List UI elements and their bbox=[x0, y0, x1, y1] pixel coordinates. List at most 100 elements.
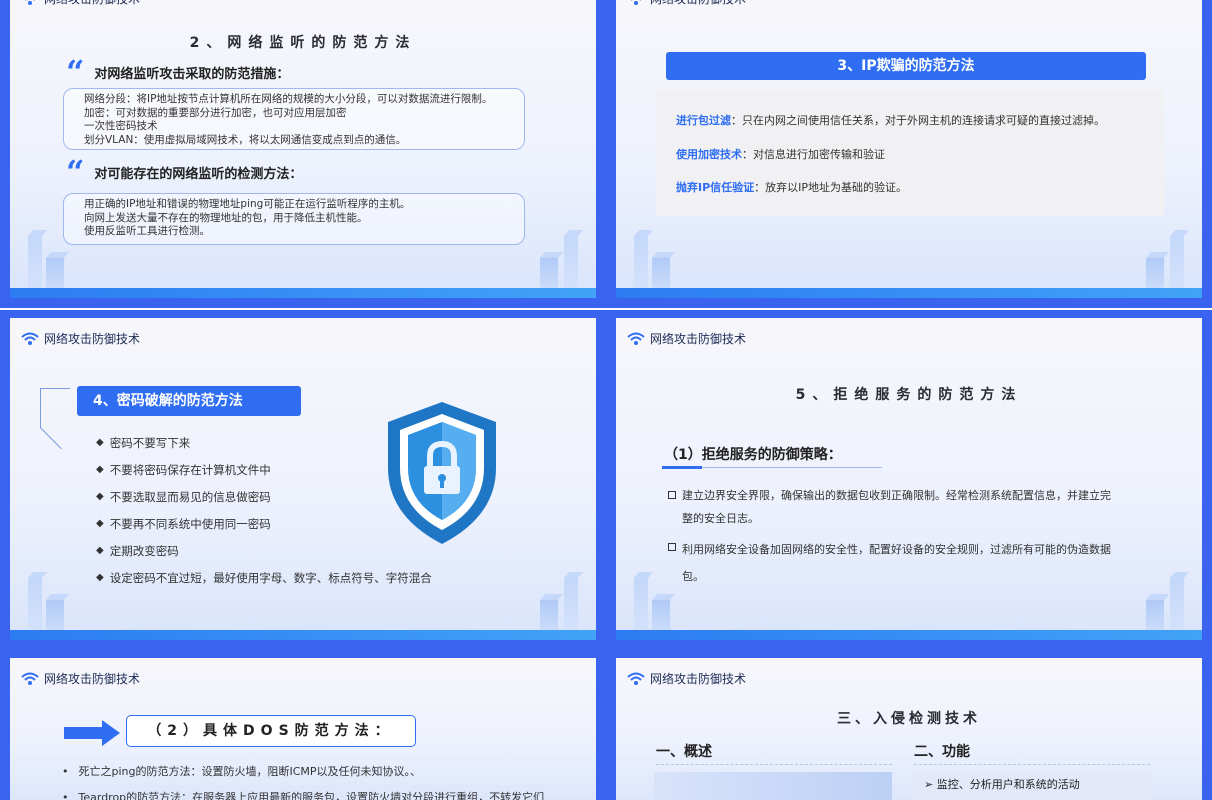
slide-body: 网络攻击防御技术 5、拒绝服务的防范方法 （1）拒绝服务的防御策略： 建立边界安… bbox=[616, 318, 1202, 640]
list-item: 利用网络安全设备加固网络的安全性，配置好设备的安全规则，过滤所有可能的伪造数据 … bbox=[668, 536, 1148, 590]
decor-bracket bbox=[40, 388, 70, 428]
wifi-logo-icon bbox=[25, 0, 35, 5]
list-item-text: 不要选取显而易见的信息做密码 bbox=[109, 489, 271, 504]
brand-name: 网络攻击防御技术 bbox=[650, 672, 747, 686]
function-item: ➢ 监控、分析用户和系统的活动 bbox=[912, 770, 1152, 800]
list-item: ◆ 设定密码不宜过短，最好使用字母、数字、标点符号、字符混合 bbox=[96, 564, 432, 591]
method-item: 抛弃IP信任验证：放弃以IP地址为基础的验证。 bbox=[676, 179, 907, 195]
quote-icon: “ bbox=[66, 153, 85, 191]
diamond-bullet-icon: ◆ bbox=[96, 545, 104, 556]
diamond-bullet-icon: ◆ bbox=[96, 491, 104, 502]
brand: 网络攻击防御技术 bbox=[20, 670, 140, 687]
slide-bottom-bar bbox=[10, 288, 596, 298]
slide-title: 2、网络监听的防范方法 bbox=[189, 35, 417, 51]
slide-ip-spoofing[interactable]: 网络攻击防御技术 3、IP欺骗的防范方法 进行包过滤：只在内网之间使用信任关系，… bbox=[606, 0, 1212, 308]
brand: 网络攻击防御技术 bbox=[20, 0, 140, 7]
prevention-line: 网络分段：将IP地址按节点计算机所在网络的规模的大小分段，可以对数据流进行限制。 bbox=[84, 93, 493, 105]
method-text: ：只在内网之间使用信任关系，对于外网主机的连接请求可疑的直接过滤掉。 bbox=[731, 114, 1105, 127]
diamond-bullet-icon: ◆ bbox=[96, 464, 104, 475]
wifi-logo-icon bbox=[21, 672, 39, 685]
subtitle-underline-accent bbox=[662, 466, 702, 469]
slide-password-cracking[interactable]: 网络攻击防御技术 4、密码破解的防范方法 ◆ 密码不要写下来 ◆ 不要将密码保存在计… bbox=[0, 310, 606, 650]
list-item: • Teardrop的防范方法：在服务器上应用最新的服务包，设置防火墙对分段进行重… bbox=[62, 784, 544, 800]
heading-text: 对网络监听攻击采取的防范措施： bbox=[94, 66, 290, 82]
function-text: 监控、分析用户和系统的活动 bbox=[936, 778, 1080, 791]
method-item: 使用加密技术：对信息进行加密传输和验证 bbox=[676, 146, 885, 162]
arrow-bullet-icon: ➢ bbox=[924, 778, 934, 791]
slide-intrusion-detection[interactable]: 网络攻击防御技术 三、入侵检测技术 一、概述 二、功能 ➢ 监控、分析用户和系统… bbox=[606, 650, 1212, 800]
brand: 网络攻击防御技术 bbox=[20, 330, 140, 347]
slide-title-banner: 4、密码破解的防范方法 bbox=[77, 386, 301, 416]
dot-bullet-icon: • bbox=[62, 790, 69, 800]
decor-diagonal bbox=[40, 427, 62, 450]
detection-line: 用正确的IP地址和错误的物理地址ping可能正在运行监听程序的主机。 bbox=[84, 198, 411, 210]
subtitle: （1）拒绝服务的防御策略： bbox=[664, 447, 842, 463]
detection-box: 用正确的IP地址和错误的物理地址ping可能正在运行监听程序的主机。 向网上发送… bbox=[63, 193, 525, 245]
wifi-logo-icon bbox=[627, 672, 645, 685]
slide-title-banner: 3、IP欺骗的防范方法 bbox=[666, 52, 1146, 80]
wifi-logo-icon bbox=[21, 332, 39, 345]
slide-body: 网络攻击防御技术 （2）具体DOS防范方法： • 死亡之ping的防范方法：设置防… bbox=[10, 658, 596, 800]
list-item-text: 利用网络安全设备加固网络的安全性，配置好设备的安全规则，过滤所有可能的伪造数据 bbox=[682, 543, 1111, 556]
square-bullet-icon bbox=[668, 491, 676, 499]
brand: 网络攻击防御技术 bbox=[626, 0, 746, 7]
brand: 网络攻击防御技术 bbox=[626, 670, 746, 687]
method-key: 抛弃IP信任验证 bbox=[676, 181, 755, 194]
subtitle-underline bbox=[702, 467, 882, 468]
heading-detection: “ 对可能存在的网络监听的检测方法： bbox=[66, 156, 302, 188]
brand-name: 网络攻击防御技术 bbox=[44, 332, 141, 346]
prevention-box: 网络分段：将IP地址按节点计算机所在网络的规模的大小分段，可以对数据流进行限制。… bbox=[63, 88, 525, 150]
brand: 网络攻击防御技术 bbox=[626, 330, 746, 347]
prevention-line: 一次性密码技术 bbox=[84, 120, 158, 132]
column-heading-overview: 一、概述 bbox=[656, 744, 712, 760]
diamond-bullet-icon: ◆ bbox=[96, 518, 104, 529]
methods-panel: 进行包过滤：只在内网之间使用信任关系，对于外网主机的连接请求可疑的直接过滤掉。 … bbox=[656, 90, 1164, 216]
list-item-text: 死亡之ping的防范方法：设置防火墙，阻断ICMP以及任何未知协议。、 bbox=[78, 765, 422, 778]
slide-bottom-bar bbox=[10, 630, 596, 640]
list-item: • 死亡之ping的防范方法：设置防火墙，阻断ICMP以及任何未知协议。、 bbox=[62, 758, 544, 784]
shield-lock-icon bbox=[388, 402, 496, 544]
brand-name: 网络攻击防御技术 bbox=[650, 0, 746, 7]
method-key: 使用加密技术 bbox=[676, 148, 742, 161]
list-item-text: 不要将密码保存在计算机文件中 bbox=[109, 462, 271, 477]
list-item-text: 包。 bbox=[682, 570, 704, 583]
column-divider bbox=[656, 764, 892, 765]
method-item: 进行包过滤：只在内网之间使用信任关系，对于外网主机的连接请求可疑的直接过滤掉。 bbox=[676, 112, 1105, 128]
list-item-text: 整的安全日志。 bbox=[682, 512, 759, 525]
prevention-line: 划分VLAN：使用虚拟局域网技术，将以太网通信变成点到点的通信。 bbox=[84, 133, 407, 146]
dot-bullet-icon: • bbox=[62, 764, 69, 778]
heading-prevention: “ 对网络监听攻击采取的防范措施： bbox=[66, 56, 289, 88]
slide-body: 网络攻击防御技术 三、入侵检测技术 一、概述 二、功能 ➢ 监控、分析用户和系统… bbox=[616, 658, 1202, 800]
slide-title-box: （2）具体DOS防范方法： bbox=[126, 715, 416, 747]
list-item-text: 建立边界安全界限，确保输出的数据包收到正确限制。经常检测系统配置信息，并建立完 bbox=[682, 489, 1111, 502]
list-item-text: 不要再不同系统中使用同一密码 bbox=[109, 516, 271, 531]
heading-text: 对可能存在的网络监听的检测方法： bbox=[94, 166, 303, 182]
slide-body: 网络攻击防御技术 2、网络监听的防范方法 “ 对网络监听攻击采取的防范措施： 网… bbox=[10, 0, 596, 298]
column-divider bbox=[914, 764, 1150, 765]
prevention-line: 加密：可对数据的重要部分进行加密，也可对应用层加密 bbox=[84, 106, 347, 119]
diamond-bullet-icon: ◆ bbox=[96, 437, 104, 448]
wifi-logo-icon bbox=[631, 0, 641, 5]
slide-title: 5、拒绝服务的防范方法 bbox=[795, 387, 1023, 403]
column-heading-functions: 二、功能 bbox=[914, 744, 970, 760]
detection-line: 向网上发送大量不存在的物理地址的包，用于降低主机性能。 bbox=[84, 211, 368, 224]
diamond-bullet-icon: ◆ bbox=[96, 572, 104, 583]
method-key: 进行包过滤 bbox=[676, 114, 731, 127]
dos-methods-list: • 死亡之ping的防范方法：设置防火墙，阻断ICMP以及任何未知协议。、 • Te… bbox=[62, 758, 544, 800]
slide-title: 三、入侵检测技术 bbox=[837, 711, 981, 727]
arrow-right-icon bbox=[64, 720, 120, 746]
list-item-text: Teardrop的防范方法：在服务器上应用最新的服务包，设置防火墙对分段进行重组… bbox=[78, 791, 545, 800]
wifi-logo-icon bbox=[627, 332, 645, 345]
square-bullet-icon bbox=[668, 543, 676, 551]
slide-bottom-bar bbox=[616, 630, 1202, 640]
quote-icon: “ bbox=[66, 53, 85, 91]
list-item-text: 密码不要写下来 bbox=[109, 435, 191, 450]
list-item: 建立边界安全界限，确保输出的数据包收到正确限制。经常检测系统配置信息，并建立完 … bbox=[668, 484, 1148, 530]
brand-name: 网络攻击防御技术 bbox=[44, 672, 141, 686]
slide-denial-of-service[interactable]: 网络攻击防御技术 5、拒绝服务的防范方法 （1）拒绝服务的防御策略： 建立边界安… bbox=[606, 310, 1212, 650]
dos-strategy-list: 建立边界安全界限，确保输出的数据包收到正确限制。经常检测系统配置信息，并建立完 … bbox=[668, 484, 1148, 590]
slide-dos-methods[interactable]: 网络攻击防御技术 （2）具体DOS防范方法： • 死亡之ping的防范方法：设置防… bbox=[0, 650, 606, 800]
slide-network-sniffing[interactable]: 网络攻击防御技术 2、网络监听的防范方法 “ 对网络监听攻击采取的防范措施： 网… bbox=[0, 0, 606, 308]
slide-body: 网络攻击防御技术 4、密码破解的防范方法 ◆ 密码不要写下来 ◆ 不要将密码保存在计… bbox=[10, 318, 596, 640]
method-text: ：放弃以IP地址为基础的验证。 bbox=[754, 181, 908, 194]
